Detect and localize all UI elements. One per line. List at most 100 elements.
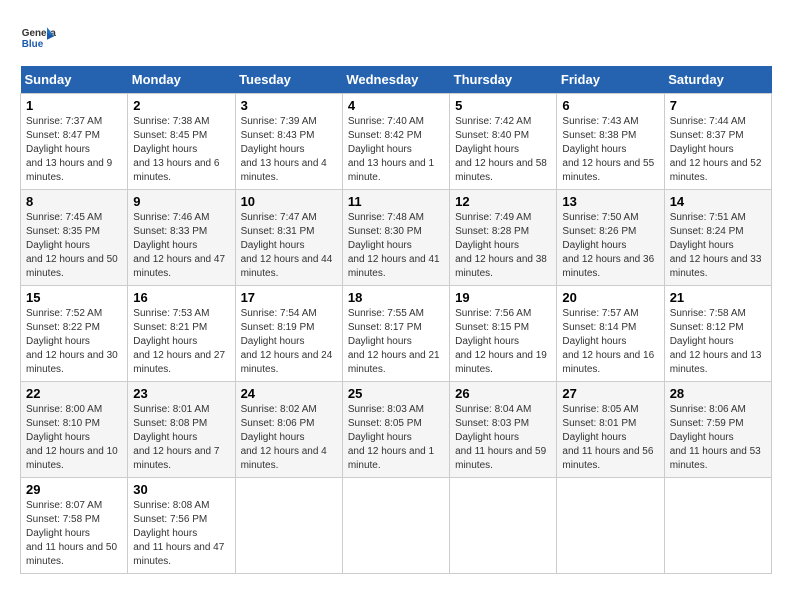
empty-cell [664, 478, 771, 574]
day-number: 26 [455, 386, 551, 401]
day-number: 9 [133, 194, 229, 209]
day-cell-22: 22 Sunrise: 8:00 AM Sunset: 8:10 PM Dayl… [21, 382, 128, 478]
day-detail: Sunrise: 8:06 AM Sunset: 7:59 PM Dayligh… [670, 403, 766, 473]
day-detail: Sunrise: 8:03 AM Sunset: 8:05 PM Dayligh… [348, 403, 444, 473]
day-number: 13 [562, 194, 658, 209]
day-cell-18: 18 Sunrise: 7:55 AM Sunset: 8:17 PM Dayl… [342, 286, 449, 382]
week-row-3: 15 Sunrise: 7:52 AM Sunset: 8:22 PM Dayl… [21, 286, 772, 382]
day-cell-30: 30 Sunrise: 8:08 AM Sunset: 7:56 PM Dayl… [128, 478, 235, 574]
day-cell-8: 8 Sunrise: 7:45 AM Sunset: 8:35 PM Dayli… [21, 190, 128, 286]
day-number: 7 [670, 98, 766, 113]
day-cell-1: 1 Sunrise: 7:37 AM Sunset: 8:47 PM Dayli… [21, 94, 128, 190]
day-detail: Sunrise: 7:43 AM Sunset: 8:38 PM Dayligh… [562, 115, 658, 185]
day-number: 24 [241, 386, 337, 401]
day-cell-17: 17 Sunrise: 7:54 AM Sunset: 8:19 PM Dayl… [235, 286, 342, 382]
day-number: 14 [670, 194, 766, 209]
day-detail: Sunrise: 8:00 AM Sunset: 8:10 PM Dayligh… [26, 403, 122, 473]
page-header: General Blue [20, 20, 772, 56]
col-header-wednesday: Wednesday [342, 66, 449, 94]
day-detail: Sunrise: 7:45 AM Sunset: 8:35 PM Dayligh… [26, 211, 122, 281]
day-cell-2: 2 Sunrise: 7:38 AM Sunset: 8:45 PM Dayli… [128, 94, 235, 190]
day-number: 27 [562, 386, 658, 401]
day-number: 21 [670, 290, 766, 305]
day-detail: Sunrise: 7:58 AM Sunset: 8:12 PM Dayligh… [670, 307, 766, 377]
col-header-tuesday: Tuesday [235, 66, 342, 94]
day-detail: Sunrise: 8:07 AM Sunset: 7:58 PM Dayligh… [26, 499, 122, 569]
day-cell-10: 10 Sunrise: 7:47 AM Sunset: 8:31 PM Dayl… [235, 190, 342, 286]
day-number: 5 [455, 98, 551, 113]
day-detail: Sunrise: 7:37 AM Sunset: 8:47 PM Dayligh… [26, 115, 122, 185]
day-detail: Sunrise: 7:46 AM Sunset: 8:33 PM Dayligh… [133, 211, 229, 281]
empty-cell [235, 478, 342, 574]
logo: General Blue [20, 20, 56, 56]
day-detail: Sunrise: 7:53 AM Sunset: 8:21 PM Dayligh… [133, 307, 229, 377]
day-number: 22 [26, 386, 122, 401]
day-number: 23 [133, 386, 229, 401]
day-cell-13: 13 Sunrise: 7:50 AM Sunset: 8:26 PM Dayl… [557, 190, 664, 286]
day-detail: Sunrise: 7:38 AM Sunset: 8:45 PM Dayligh… [133, 115, 229, 185]
empty-cell [450, 478, 557, 574]
week-row-4: 22 Sunrise: 8:00 AM Sunset: 8:10 PM Dayl… [21, 382, 772, 478]
day-detail: Sunrise: 8:01 AM Sunset: 8:08 PM Dayligh… [133, 403, 229, 473]
empty-cell [342, 478, 449, 574]
day-cell-28: 28 Sunrise: 8:06 AM Sunset: 7:59 PM Dayl… [664, 382, 771, 478]
day-cell-25: 25 Sunrise: 8:03 AM Sunset: 8:05 PM Dayl… [342, 382, 449, 478]
day-number: 2 [133, 98, 229, 113]
day-detail: Sunrise: 7:54 AM Sunset: 8:19 PM Dayligh… [241, 307, 337, 377]
day-detail: Sunrise: 8:04 AM Sunset: 8:03 PM Dayligh… [455, 403, 551, 473]
day-detail: Sunrise: 7:50 AM Sunset: 8:26 PM Dayligh… [562, 211, 658, 281]
day-cell-29: 29 Sunrise: 8:07 AM Sunset: 7:58 PM Dayl… [21, 478, 128, 574]
day-number: 16 [133, 290, 229, 305]
day-number: 11 [348, 194, 444, 209]
day-cell-4: 4 Sunrise: 7:40 AM Sunset: 8:42 PM Dayli… [342, 94, 449, 190]
calendar-table: SundayMondayTuesdayWednesdayThursdayFrid… [20, 66, 772, 574]
day-number: 29 [26, 482, 122, 497]
day-cell-5: 5 Sunrise: 7:42 AM Sunset: 8:40 PM Dayli… [450, 94, 557, 190]
day-cell-21: 21 Sunrise: 7:58 AM Sunset: 8:12 PM Dayl… [664, 286, 771, 382]
day-number: 10 [241, 194, 337, 209]
empty-cell [557, 478, 664, 574]
col-header-sunday: Sunday [21, 66, 128, 94]
header-row: SundayMondayTuesdayWednesdayThursdayFrid… [21, 66, 772, 94]
day-cell-27: 27 Sunrise: 8:05 AM Sunset: 8:01 PM Dayl… [557, 382, 664, 478]
day-number: 18 [348, 290, 444, 305]
day-cell-7: 7 Sunrise: 7:44 AM Sunset: 8:37 PM Dayli… [664, 94, 771, 190]
week-row-1: 1 Sunrise: 7:37 AM Sunset: 8:47 PM Dayli… [21, 94, 772, 190]
day-number: 3 [241, 98, 337, 113]
day-cell-3: 3 Sunrise: 7:39 AM Sunset: 8:43 PM Dayli… [235, 94, 342, 190]
day-cell-14: 14 Sunrise: 7:51 AM Sunset: 8:24 PM Dayl… [664, 190, 771, 286]
day-cell-20: 20 Sunrise: 7:57 AM Sunset: 8:14 PM Dayl… [557, 286, 664, 382]
day-detail: Sunrise: 7:42 AM Sunset: 8:40 PM Dayligh… [455, 115, 551, 185]
day-cell-12: 12 Sunrise: 7:49 AM Sunset: 8:28 PM Dayl… [450, 190, 557, 286]
day-detail: Sunrise: 7:55 AM Sunset: 8:17 PM Dayligh… [348, 307, 444, 377]
day-cell-16: 16 Sunrise: 7:53 AM Sunset: 8:21 PM Dayl… [128, 286, 235, 382]
day-number: 8 [26, 194, 122, 209]
day-cell-11: 11 Sunrise: 7:48 AM Sunset: 8:30 PM Dayl… [342, 190, 449, 286]
day-detail: Sunrise: 7:57 AM Sunset: 8:14 PM Dayligh… [562, 307, 658, 377]
day-detail: Sunrise: 8:02 AM Sunset: 8:06 PM Dayligh… [241, 403, 337, 473]
day-detail: Sunrise: 7:47 AM Sunset: 8:31 PM Dayligh… [241, 211, 337, 281]
col-header-saturday: Saturday [664, 66, 771, 94]
day-cell-15: 15 Sunrise: 7:52 AM Sunset: 8:22 PM Dayl… [21, 286, 128, 382]
day-number: 20 [562, 290, 658, 305]
day-detail: Sunrise: 7:51 AM Sunset: 8:24 PM Dayligh… [670, 211, 766, 281]
day-detail: Sunrise: 7:39 AM Sunset: 8:43 PM Dayligh… [241, 115, 337, 185]
day-cell-9: 9 Sunrise: 7:46 AM Sunset: 8:33 PM Dayli… [128, 190, 235, 286]
day-detail: Sunrise: 7:56 AM Sunset: 8:15 PM Dayligh… [455, 307, 551, 377]
logo-icon: General Blue [20, 20, 56, 56]
day-detail: Sunrise: 7:49 AM Sunset: 8:28 PM Dayligh… [455, 211, 551, 281]
day-detail: Sunrise: 7:40 AM Sunset: 8:42 PM Dayligh… [348, 115, 444, 185]
day-number: 15 [26, 290, 122, 305]
col-header-friday: Friday [557, 66, 664, 94]
day-number: 17 [241, 290, 337, 305]
day-cell-6: 6 Sunrise: 7:43 AM Sunset: 8:38 PM Dayli… [557, 94, 664, 190]
day-detail: Sunrise: 8:08 AM Sunset: 7:56 PM Dayligh… [133, 499, 229, 569]
week-row-2: 8 Sunrise: 7:45 AM Sunset: 8:35 PM Dayli… [21, 190, 772, 286]
day-detail: Sunrise: 7:52 AM Sunset: 8:22 PM Dayligh… [26, 307, 122, 377]
day-cell-23: 23 Sunrise: 8:01 AM Sunset: 8:08 PM Dayl… [128, 382, 235, 478]
svg-text:Blue: Blue [22, 39, 44, 50]
week-row-5: 29 Sunrise: 8:07 AM Sunset: 7:58 PM Dayl… [21, 478, 772, 574]
day-detail: Sunrise: 7:44 AM Sunset: 8:37 PM Dayligh… [670, 115, 766, 185]
day-number: 12 [455, 194, 551, 209]
day-number: 1 [26, 98, 122, 113]
